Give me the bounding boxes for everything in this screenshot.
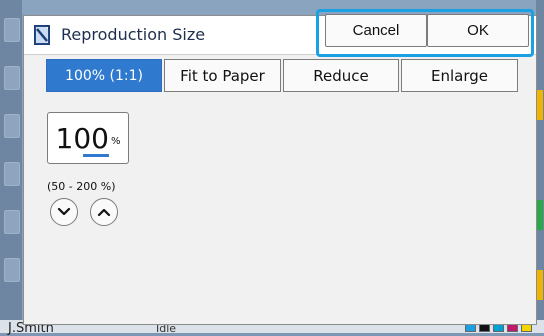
status-chip	[537, 270, 543, 300]
size-unit: %	[110, 135, 121, 147]
reproduction-size-dialog: Reproduction Size Cancel OK 100% (1:1) F…	[23, 9, 537, 325]
sidebar-tab	[4, 18, 20, 42]
mode-enlarge[interactable]: Enlarge	[401, 59, 518, 92]
input-caret	[82, 153, 109, 157]
sidebar-tab	[4, 210, 20, 234]
sidebar-tab	[4, 114, 20, 138]
mode-reduce[interactable]: Reduce	[283, 59, 399, 92]
background-sidebar	[0, 0, 22, 333]
status-chip	[537, 200, 543, 230]
mode-fit-to-paper[interactable]: Fit to Paper	[164, 59, 281, 92]
ok-button[interactable]: OK	[427, 14, 529, 47]
status-chip	[537, 90, 543, 120]
chevron-up-icon	[97, 208, 111, 217]
dialog-title: Reproduction Size	[61, 25, 206, 44]
size-value-input[interactable]: 100 %	[47, 112, 129, 164]
size-value: 100	[55, 121, 109, 157]
size-value-text: 100	[55, 121, 109, 155]
mode-100-percent[interactable]: 100% (1:1)	[46, 59, 162, 92]
sidebar-tab	[4, 258, 20, 282]
sidebar-tab	[4, 162, 20, 186]
dialog-actions: Cancel OK	[316, 9, 534, 57]
background-right-edge	[536, 0, 544, 333]
decrease-button[interactable]	[50, 198, 78, 226]
size-range-hint: (50 - 200 %)	[47, 180, 116, 193]
increase-button[interactable]	[90, 198, 118, 226]
cancel-button[interactable]: Cancel	[325, 14, 427, 47]
size-mode-selector: 100% (1:1) Fit to Paper Reduce Enlarge	[46, 59, 518, 92]
sidebar-tab	[4, 66, 20, 90]
document-icon	[34, 25, 50, 45]
chevron-down-icon	[57, 207, 71, 216]
